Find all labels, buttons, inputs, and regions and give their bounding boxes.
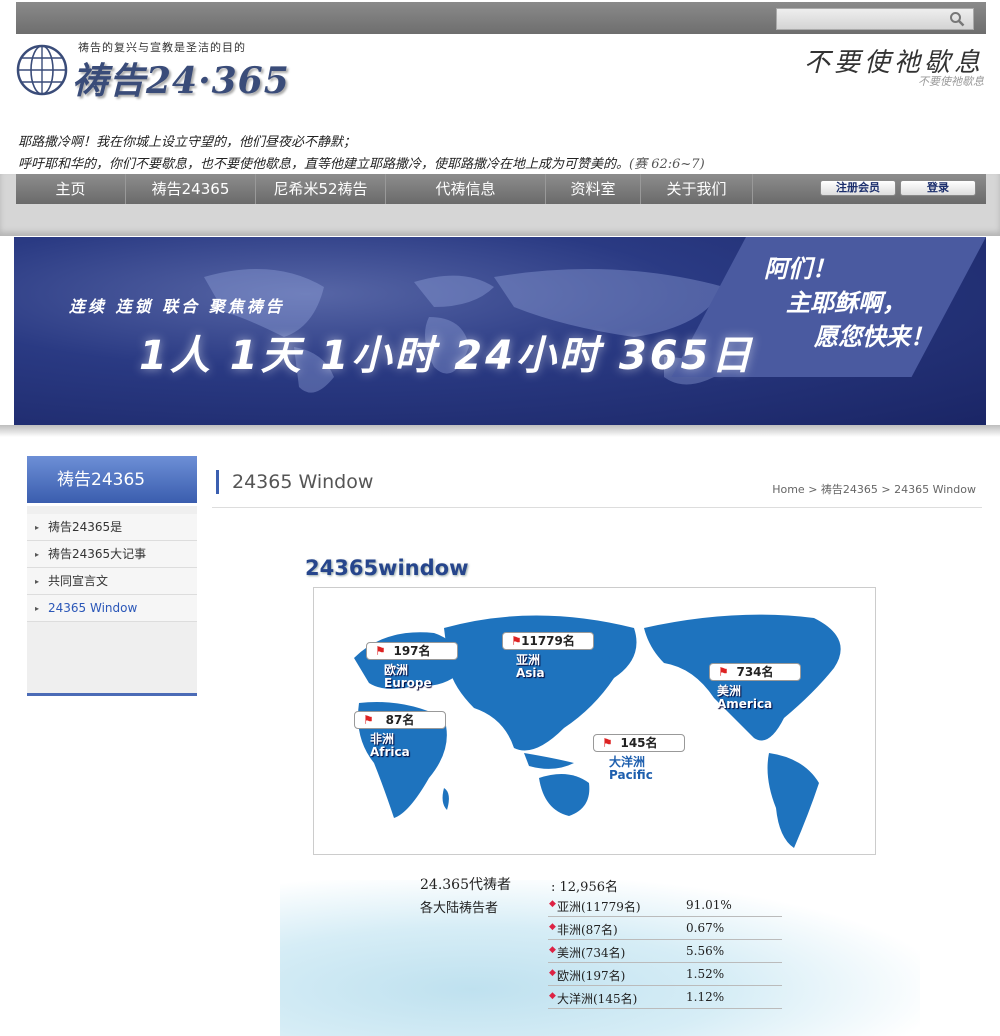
breadcrumb-current: 24365 Window xyxy=(894,483,976,496)
search-input[interactable] xyxy=(776,8,974,30)
map-callout-africa[interactable]: ⚑ 87名 非洲 Africa xyxy=(354,711,446,759)
nav-item-home[interactable]: 主页 xyxy=(16,174,126,204)
breadcrumb-separator: > xyxy=(808,483,821,496)
bullet-icon: ◆ xyxy=(549,922,556,932)
map-label-pacific-en: Pacific xyxy=(609,768,653,782)
stat-percent: 1.12% xyxy=(686,990,725,1004)
map-count-pacific: 145名 xyxy=(620,736,658,750)
sidebar-title: 祷告24365 xyxy=(27,456,197,506)
bullet-icon: ◆ xyxy=(549,991,556,1001)
breadcrumb-prayer[interactable]: 祷告24365 xyxy=(821,483,878,496)
stat-name: 美洲(734名) xyxy=(557,946,626,960)
bullet-icon: ◆ xyxy=(549,945,556,955)
verse-line-2-text: 呼吁耶和华的，你们不要歇息，也不要使他歇息，直等他建立耶路撒冷，使耶路撒冷在地上… xyxy=(18,157,630,172)
nav-item-resources[interactable]: 资料室 xyxy=(546,174,641,204)
map-callout-pacific[interactable]: ⚑ 145名 大洋洲 Pacific xyxy=(593,734,685,782)
stat-row-asia: ◆ 亚洲(11779名) 91.01% xyxy=(548,894,782,917)
flag-icon: ⚑ xyxy=(718,665,729,679)
stat-percent: 0.67% xyxy=(686,921,725,935)
page-title: 24365 Window xyxy=(216,470,373,494)
stat-row-africa: ◆ 非洲(87名) 0.67% xyxy=(548,917,782,940)
stat-percent: 1.52% xyxy=(686,967,725,981)
verse-line-1: 耶路撒冷啊！我在你城上设立守望的，他们昼夜必不静默； xyxy=(18,135,357,150)
stat-row-europe: ◆ 欧洲(197名) 1.52% xyxy=(548,963,782,986)
stat-percent: 5.56% xyxy=(686,944,725,958)
stat-name: 大洋洲(145名) xyxy=(557,992,638,1006)
breadcrumb: Home > 祷告24365 > 24365 Window xyxy=(772,481,976,497)
map-label-america: 美洲 America xyxy=(717,685,801,711)
banner-come-soon: 愿您快来！ xyxy=(814,322,934,351)
breadcrumb-home[interactable]: Home xyxy=(772,483,804,496)
map-count-asia: 11779名 xyxy=(521,634,575,648)
verse-reference: (赛 62:6~7) xyxy=(629,157,705,172)
stat-name: 亚洲(11779名) xyxy=(557,900,641,914)
nav-item-nehemiah52[interactable]: 尼希米52祷告 xyxy=(256,174,386,204)
stat-name: 非洲(87名) xyxy=(557,923,618,937)
flag-icon: ⚑ xyxy=(363,713,374,727)
banner-subtitle: 连续 连锁 联合 聚焦祷告 xyxy=(69,297,285,316)
bullet-icon: ◆ xyxy=(549,968,556,978)
banner-lord-jesus: 主耶稣啊， xyxy=(786,288,906,317)
register-button[interactable]: 注册会员 xyxy=(820,180,896,196)
total-intercessors-value: : 12,956名 xyxy=(551,880,618,895)
breadcrumb-separator: > xyxy=(881,483,895,496)
stat-percent: 91.01% xyxy=(686,898,732,912)
total-intercessors-label: 24.365代祷者 xyxy=(420,877,511,893)
login-button[interactable]: 登录 xyxy=(900,180,976,196)
nav-item-about[interactable]: 关于我们 xyxy=(641,174,753,204)
sidebar-item-history[interactable]: 祷告24365大记事 xyxy=(27,541,197,568)
banner-amen: 阿们！ xyxy=(764,254,836,283)
map-label-europe: 欧洲 Europe xyxy=(384,664,458,690)
map-count-africa: 87名 xyxy=(385,713,415,727)
content-divider xyxy=(212,507,982,508)
nav-area: 主页 祷告24365 尼希米52祷告 代祷信息 资料室 关于我们 注册会员 登录 xyxy=(0,174,1000,236)
nav-item-intercession[interactable]: 代祷信息 xyxy=(386,174,546,204)
hero-banner: 连续 连锁 联合 聚焦祷告 1人 1天 1小时 24小时 365日 阿们！ 主耶… xyxy=(14,237,986,427)
verse-line-2: 呼吁耶和华的，你们不要歇息，也不要使他歇息，直等他建立耶路撒冷，使耶路撒冷在地上… xyxy=(18,154,978,176)
sidebar-item-window[interactable]: 24365 Window xyxy=(27,595,197,622)
map-label-asia-en: Asia xyxy=(516,666,545,680)
continent-intercessors-label: 各大陆祷告者 xyxy=(420,901,499,916)
site-header: 祷告的复兴与宣教是圣洁的目的 祷告24·365 不要使祂歇息 不要使祂歇息 耶路… xyxy=(0,34,1000,174)
top-bar xyxy=(16,2,986,34)
map-callout-europe[interactable]: ⚑ 197名 欧洲 Europe xyxy=(366,642,458,690)
bullet-icon: ◆ xyxy=(549,899,556,909)
map-label-asia: 亚洲 Asia xyxy=(516,654,594,680)
banner-headline: 1人 1天 1小时 24小时 365日 xyxy=(139,333,755,379)
bible-verse: 耶路撒冷啊！我在你城上设立守望的，他们昼夜必不静默； 呼吁耶和华的，你们不要歇息… xyxy=(18,132,978,176)
main-nav: 主页 祷告24365 尼希米52祷告 代祷信息 资料室 关于我们 注册会员 登录 xyxy=(16,174,986,204)
south-america-landmass xyxy=(767,753,819,848)
site-logo-title[interactable]: 祷告24·365 xyxy=(72,52,290,104)
flag-icon: ⚑ xyxy=(375,644,386,658)
map-label-africa: 非洲 Africa xyxy=(370,733,446,759)
map-label-africa-en: Africa xyxy=(370,745,410,759)
sidebar: 祷告24365 祷告24365是 祷告24365大记事 共同宣言文 24365 … xyxy=(27,456,197,696)
map-count-america: 734名 xyxy=(736,665,774,679)
window-heading: 24365window xyxy=(305,556,469,580)
search-icon[interactable] xyxy=(949,11,965,27)
sidebar-item-declaration[interactable]: 共同宣言文 xyxy=(27,568,197,595)
slogan-caption: 不要使祂歇息 xyxy=(918,75,984,88)
sidebar-item-about[interactable]: 祷告24365是 xyxy=(27,514,197,541)
map-callout-asia[interactable]: ⚑ 11779名 亚洲 Asia xyxy=(502,632,594,680)
nav-item-prayer24365[interactable]: 祷告24365 xyxy=(126,174,256,204)
map-callout-america[interactable]: ⚑ 734名 美洲 America xyxy=(709,663,801,711)
madagascar-landmass xyxy=(442,788,449,810)
map-count-europe: 197名 xyxy=(393,644,431,658)
flag-icon: ⚑ xyxy=(511,634,522,648)
map-label-europe-en: Europe xyxy=(384,676,432,690)
stat-name: 欧洲(197名) xyxy=(557,969,626,983)
flag-icon: ⚑ xyxy=(602,736,613,750)
map-label-pacific: 大洋洲 Pacific xyxy=(609,756,685,782)
southeast-asia-landmass xyxy=(524,753,574,769)
world-map: ⚑ 197名 欧洲 Europe ⚑ 11779名 亚洲 Asia ⚑ 734名… xyxy=(313,587,876,855)
australia-landmass xyxy=(539,774,590,816)
banner-shadow xyxy=(0,425,1000,437)
sidebar-menu: 祷告24365是 祷告24365大记事 共同宣言文 24365 Window xyxy=(27,514,197,622)
globe-logo-icon[interactable] xyxy=(16,44,68,96)
stat-row-america: ◆ 美洲(734名) 5.56% xyxy=(548,940,782,963)
map-label-america-en: America xyxy=(717,697,773,711)
stat-row-pacific: ◆ 大洋洲(145名) 1.12% xyxy=(548,986,782,1009)
